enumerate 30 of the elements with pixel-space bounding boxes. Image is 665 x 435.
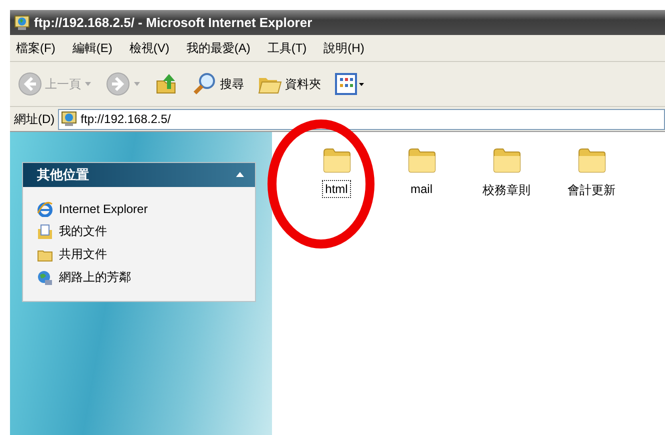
panel-header[interactable]: 其他位置: [23, 163, 255, 187]
globe-page-icon: [14, 14, 30, 30]
folders-button[interactable]: 資料夾: [254, 70, 325, 98]
place-link[interactable]: 網路上的芳鄰: [37, 266, 241, 289]
menu-item[interactable]: 檢視(V): [123, 40, 176, 56]
dropdown-caret-icon: [84, 81, 92, 87]
network-globe-icon: [37, 270, 53, 286]
folder-item[interactable]: mail: [379, 144, 464, 198]
menu-item[interactable]: 檔案(F): [10, 40, 62, 56]
dropdown-caret-icon: [133, 81, 141, 87]
menu-item[interactable]: 工具(T): [261, 40, 313, 56]
folder-item[interactable]: html: [294, 144, 379, 198]
document-folder-icon: [37, 224, 53, 240]
folder-item[interactable]: 會計更新: [549, 144, 634, 201]
place-link[interactable]: 我的文件: [37, 220, 241, 243]
collapse-caret-icon: [235, 171, 245, 179]
menu-item[interactable]: 我的最愛(A): [180, 40, 256, 56]
globe-page-icon: [60, 111, 77, 127]
search-icon: [193, 72, 217, 96]
menu-item[interactable]: 編輯(E): [66, 40, 118, 56]
folder-item[interactable]: 校務章則: [464, 144, 549, 201]
search-button[interactable]: 搜尋: [189, 70, 248, 98]
address-label: 網址(D): [14, 110, 55, 128]
place-link[interactable]: 共用文件: [37, 243, 241, 266]
browser-e-icon: [37, 200, 53, 216]
grid-icon: [335, 72, 365, 96]
place-link[interactable]: Internet Explorer: [37, 197, 241, 220]
address-field[interactable]: ftp://192.168.2.5/: [58, 108, 665, 130]
window-title: ftp://192.168.2.5/ - Microsoft Internet Explorer: [34, 15, 312, 30]
menu-item[interactable]: 說明(H): [318, 40, 370, 56]
